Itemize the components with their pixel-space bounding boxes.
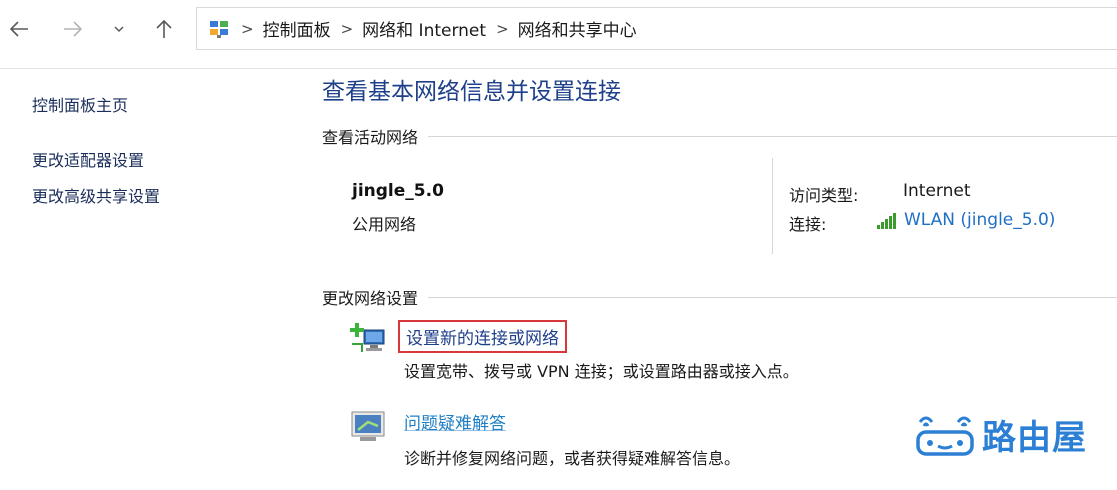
troubleshoot-problems-link[interactable]: 问题疑难解答: [404, 409, 506, 434]
page-title: 查看基本网络信息并设置连接: [322, 79, 621, 105]
navigation-bar: > 控制面板 > 网络和 Internet > 网络和共享中心: [0, 0, 1117, 69]
network-sharing-center-window: > 控制面板 > 网络和 Internet > 网络和共享中心 控制面板主页 更…: [0, 0, 1117, 490]
network-type-link: 公用网络: [352, 215, 417, 234]
section-divider: [428, 296, 1117, 298]
network-name: jingle_5.0: [352, 181, 444, 201]
arrow-left-icon: [9, 21, 28, 37]
router-logo-icon: [916, 416, 974, 456]
breadcrumb-network-sharing-center[interactable]: 网络和共享中心: [518, 16, 637, 41]
vertical-divider: [772, 158, 773, 254]
sidebar-item-control-panel-home[interactable]: 控制面板主页: [32, 92, 128, 116]
breadcrumb-network-internet[interactable]: 网络和 Internet: [362, 16, 486, 41]
up-button[interactable]: [149, 14, 179, 44]
breadcrumb-separator: >: [241, 19, 254, 38]
active-networks-header: 查看活动网络: [322, 125, 1117, 147]
control-panel-icon: [210, 20, 228, 38]
change-settings-header: 更改网络设置: [322, 286, 1117, 308]
connection-link[interactable]: WLAN (jingle_5.0): [876, 210, 1055, 230]
section-title: 更改网络设置: [322, 289, 419, 308]
sidebar-item-change-advanced-sharing[interactable]: 更改高级共享设置: [32, 183, 160, 207]
forward-button[interactable]: [58, 14, 88, 44]
breadcrumb-separator: >: [340, 19, 354, 38]
troubleshoot-icon: [351, 411, 385, 441]
breadcrumb-separator: >: [496, 19, 509, 38]
watermark-text: 路由屋: [982, 417, 1087, 458]
arrow-right-icon: [64, 21, 83, 37]
section-title: 查看活动网络: [322, 128, 419, 147]
breadcrumb-control-panel[interactable]: 控制面板: [263, 16, 331, 41]
setup-new-connection-description: 设置宽带、拨号或 VPN 连接；或设置路由器或接入点。: [404, 362, 799, 381]
connection-value: WLAN (jingle_5.0): [904, 210, 1056, 230]
watermark: 路由屋: [914, 408, 1087, 460]
chevron-down-icon: [114, 26, 124, 33]
address-bar[interactable]: > 控制面板 > 网络和 Internet > 网络和共享中心: [196, 7, 1117, 50]
arrow-up-icon: [156, 19, 172, 38]
sidebar-item-change-adapter-settings[interactable]: 更改适配器设置: [32, 147, 144, 171]
wifi-signal-icon: [877, 213, 896, 229]
access-type-value: Internet: [903, 181, 971, 201]
setup-new-connection-link[interactable]: 设置新的连接或网络: [398, 320, 567, 353]
troubleshoot-problems-description: 诊断并修复网络问题，或者获得疑难解答信息。: [404, 449, 741, 468]
section-divider: [428, 135, 1117, 137]
recent-locations-button[interactable]: [104, 14, 134, 44]
new-connection-icon: [350, 323, 385, 352]
back-button[interactable]: [4, 14, 34, 44]
access-type-label: 访问类型:: [789, 186, 859, 205]
connection-label: 连接:: [789, 215, 827, 234]
